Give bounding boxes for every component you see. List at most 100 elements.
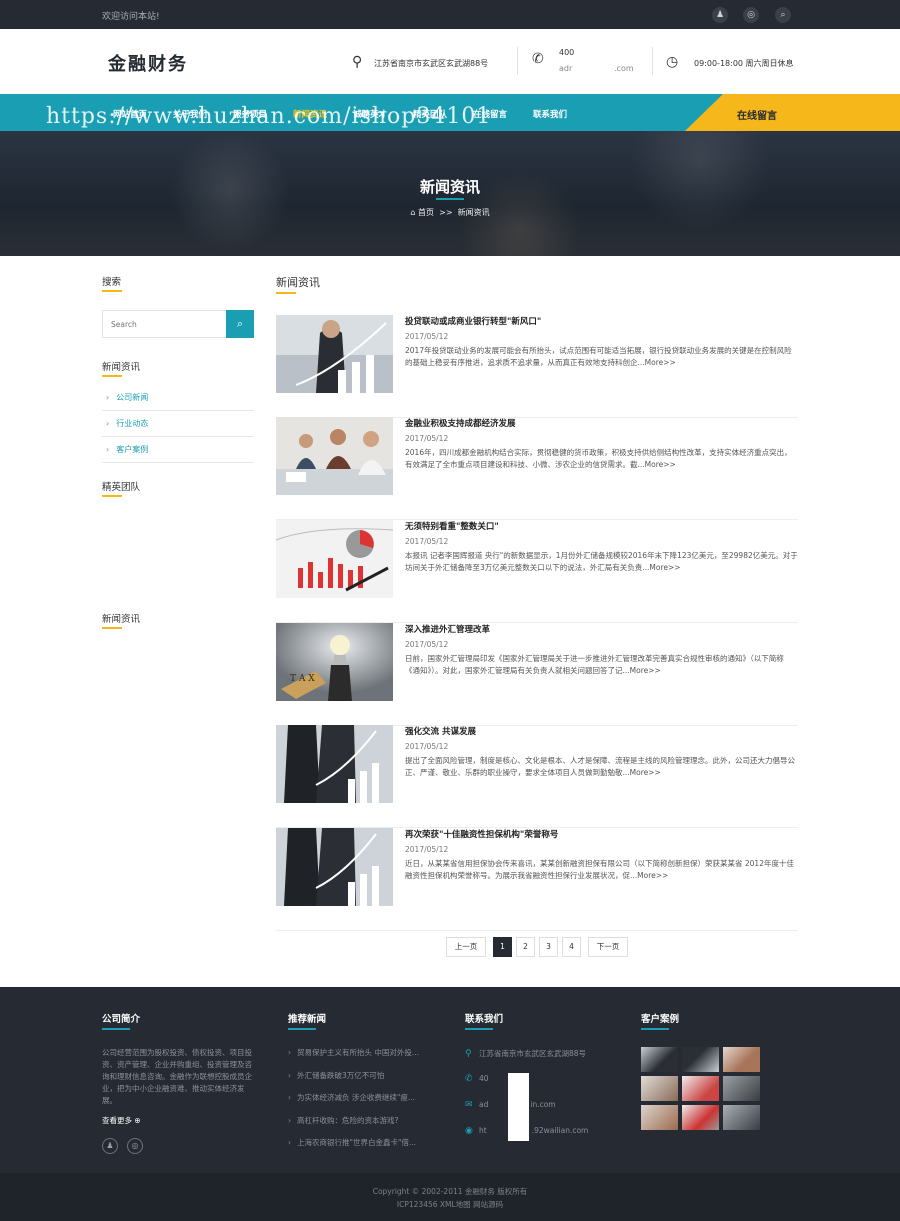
header-hours: 09:00-18:00 周六周日休息	[694, 59, 794, 68]
copyright-bar: Copyright © 2002-2011 金融财务 版权所有 ICP12345…	[0, 1173, 900, 1221]
footer-web-text: ht	[479, 1126, 487, 1135]
footer-address: ⚲ 江苏省南京市玄武区玄武湖88号	[465, 1048, 586, 1059]
footer-news-item[interactable]: › 上海农商银行推"世界白金鑫卡"借...	[288, 1137, 433, 1160]
chevron-right-icon: ›	[106, 445, 110, 454]
news-date: 2017/05/12	[405, 845, 449, 854]
category-item[interactable]: › 公司新闻	[102, 385, 254, 411]
news-title[interactable]: 投贷联动或成商业银行转型"新风口"	[405, 315, 541, 327]
news-date: 2017/05/12	[405, 742, 449, 751]
top-bar: 欢迎访问本站! ♟ ◎ ⌕	[0, 0, 900, 29]
news-item[interactable]: 投贷联动或成商业银行转型"新风口" 2017/05/12 2017年投贷联动业务…	[276, 315, 798, 418]
sidebar-team-title: 精英团队	[102, 482, 141, 493]
footer-contact-title: 联系我们	[465, 1014, 504, 1025]
site-logo[interactable]: 金融财务	[108, 50, 188, 76]
case-thumbnail[interactable]	[723, 1047, 760, 1072]
wechat-icon[interactable]: ◎	[127, 1138, 143, 1154]
header-email-suffix: .com	[614, 64, 634, 73]
online-message-label: 在线留言	[737, 111, 777, 122]
page-button[interactable]: 2	[516, 937, 535, 957]
news-thumbnail[interactable]	[276, 315, 393, 393]
online-message-button[interactable]: 在线留言	[685, 94, 900, 131]
sidebar-search-title: 搜索	[102, 277, 122, 288]
search-box: ⌕	[102, 310, 254, 338]
footer-news-item[interactable]: › 高杠杆收购：危险的资本游戏?	[288, 1115, 433, 1138]
footer-news-item[interactable]: › 贸易保护主义有所抬头 中国对外投...	[288, 1047, 433, 1070]
case-thumbnail[interactable]	[641, 1105, 678, 1130]
news-title[interactable]: 无须特别看重"整数关口"	[405, 520, 499, 532]
sidebar-news-title-2: 新闻资讯	[102, 614, 141, 625]
page-button[interactable]: 1	[493, 937, 512, 957]
qq-icon[interactable]: ♟	[712, 7, 728, 23]
news-thumbnail[interactable]	[276, 725, 393, 803]
category-list: › 公司新闻 › 行业动态 › 客户案例	[102, 385, 254, 463]
breadcrumb-home[interactable]: 首页	[418, 208, 434, 217]
footer-news-label: 高杠杆收购：危险的资本游戏?	[297, 1115, 399, 1125]
site-header: 金融财务 ⚲ 江苏省南京市玄武区玄武湖88号 ✆ 400 adr .com ◷ …	[0, 29, 900, 94]
footer-about-text: 公司经营范围为股权投资、债权投资、项目投资、资产管理、企业并购重组、投资管理及咨…	[102, 1048, 252, 1105]
chevron-right-icon: ›	[288, 1048, 291, 1057]
hours-block: ◷ 09:00-18:00 周六周日休息	[665, 29, 805, 94]
news-title[interactable]: 强化交流 共谋发展	[405, 725, 476, 737]
case-thumbnail[interactable]	[682, 1047, 719, 1072]
case-thumbnail[interactable]	[682, 1076, 719, 1101]
footer-news-label: 为实体经济减负 涉企收费继续"瘦...	[297, 1093, 415, 1102]
view-more-link[interactable]: 查看更多 ⊕	[102, 1115, 141, 1126]
news-thumbnail[interactable]	[276, 828, 393, 906]
news-item[interactable]: 无须特别看重"整数关口" 2017/05/12 本报讯 记者李国辉报道 央行"的…	[276, 520, 798, 623]
news-item[interactable]: 金融业积极支持成都经济发展 2017/05/12 2016年，四川成都金融机构结…	[276, 417, 798, 520]
case-thumbnail[interactable]	[641, 1076, 678, 1101]
news-thumbnail[interactable]: T A X	[276, 623, 393, 701]
prev-page-button[interactable]: 上一页	[446, 937, 486, 957]
news-date: 2017/05/12	[405, 640, 449, 649]
category-item[interactable]: › 客户案例	[102, 437, 254, 463]
qq-icon[interactable]: ♟	[102, 1138, 118, 1154]
news-summary: 本报讯 记者李国辉报道 央行"的新数据显示，1月份外汇储备规模较2016年末下降…	[405, 551, 798, 572]
footer-news-item[interactable]: › 外汇储备跌破3万亿不可怕	[288, 1070, 433, 1093]
chevron-right-icon: ›	[288, 1138, 291, 1147]
news-title[interactable]: 金融业积极支持成都经济发展	[405, 417, 516, 429]
site-footer: 公司简介 公司经营范围为股权投资、债权投资、项目投资、资产管理、企业并购重组、投…	[0, 987, 900, 1173]
phone-icon: ✆	[465, 1074, 473, 1084]
news-summary: 日前，国家外汇管理局印发《国家外汇管理局关于进一步推进外汇管理改革完善真实合规性…	[405, 654, 784, 675]
title-underline	[288, 1028, 316, 1030]
chevron-right-icon: ›	[288, 1093, 291, 1102]
news-thumbnail[interactable]	[276, 520, 393, 598]
nav-item-contact[interactable]: 联系我们	[533, 108, 567, 120]
search-input[interactable]	[103, 311, 227, 337]
next-page-button[interactable]: 下一页	[588, 937, 628, 957]
news-item[interactable]: 再次荣获"十佳融资性担保机构"荣誉称号 2017/05/12 近日，从某某省信用…	[276, 828, 798, 931]
news-thumbnail[interactable]	[276, 417, 393, 495]
wechat-icon[interactable]: ◎	[743, 7, 759, 23]
case-thumbnail[interactable]	[723, 1105, 760, 1130]
header-phone: 400	[559, 48, 575, 57]
news-item[interactable]: T A X 深入推进外汇管理改革 2017/05/12 日前，国家外汇管理局印发…	[276, 623, 798, 726]
case-thumbnail[interactable]	[641, 1047, 678, 1072]
clock-icon: ◷	[666, 54, 679, 70]
footer-news-label: 外汇储备跌破3万亿不可怕	[297, 1070, 385, 1080]
page-button[interactable]: 4	[562, 937, 581, 957]
footer-about-title: 公司简介	[102, 1014, 141, 1025]
case-thumbnail[interactable]	[723, 1076, 760, 1101]
news-date: 2017/05/12	[405, 434, 449, 443]
news-summary: 2017年投贷联动业务的发展可能会有所抬头，试点范围有可能适当拓展，银行投贷联动…	[405, 346, 792, 367]
search-icon[interactable]: ⌕	[775, 7, 791, 23]
category-item[interactable]: › 行业动态	[102, 411, 254, 437]
case-thumbnail[interactable]	[682, 1105, 719, 1130]
title-underline	[102, 290, 122, 292]
news-title[interactable]: 再次荣获"十佳融资性担保机构"荣誉称号	[405, 828, 558, 840]
arrow-circle-icon: ⊕	[134, 1116, 141, 1125]
location-pin-icon: ⚲	[352, 54, 363, 70]
footer-news-item[interactable]: › 为实体经济减负 涉企收费继续"瘦...	[288, 1092, 433, 1115]
page-title: 新闻资讯	[276, 276, 320, 289]
footer-web-tail: .92wailian.com	[531, 1126, 589, 1135]
page-button[interactable]: 3	[539, 937, 558, 957]
header-address: 江苏省南京市玄武区玄武湖88号	[374, 59, 489, 68]
home-icon: ⌂	[410, 208, 416, 217]
icp-links[interactable]: ICP123456 XML地图 网站源码	[0, 1199, 900, 1210]
globe-icon: ◉	[465, 1126, 473, 1136]
copyright-text: Copyright © 2002-2011 金融财务 版权所有	[372, 1187, 528, 1196]
footer-address-text: 江苏省南京市玄武区玄武湖88号	[479, 1049, 587, 1058]
news-item[interactable]: 强化交流 共谋发展 2017/05/12 提出了全面风险管理，制度是核心、文化是…	[276, 725, 798, 828]
search-button[interactable]: ⌕	[226, 310, 254, 338]
news-title[interactable]: 深入推进外汇管理改革	[405, 623, 490, 635]
